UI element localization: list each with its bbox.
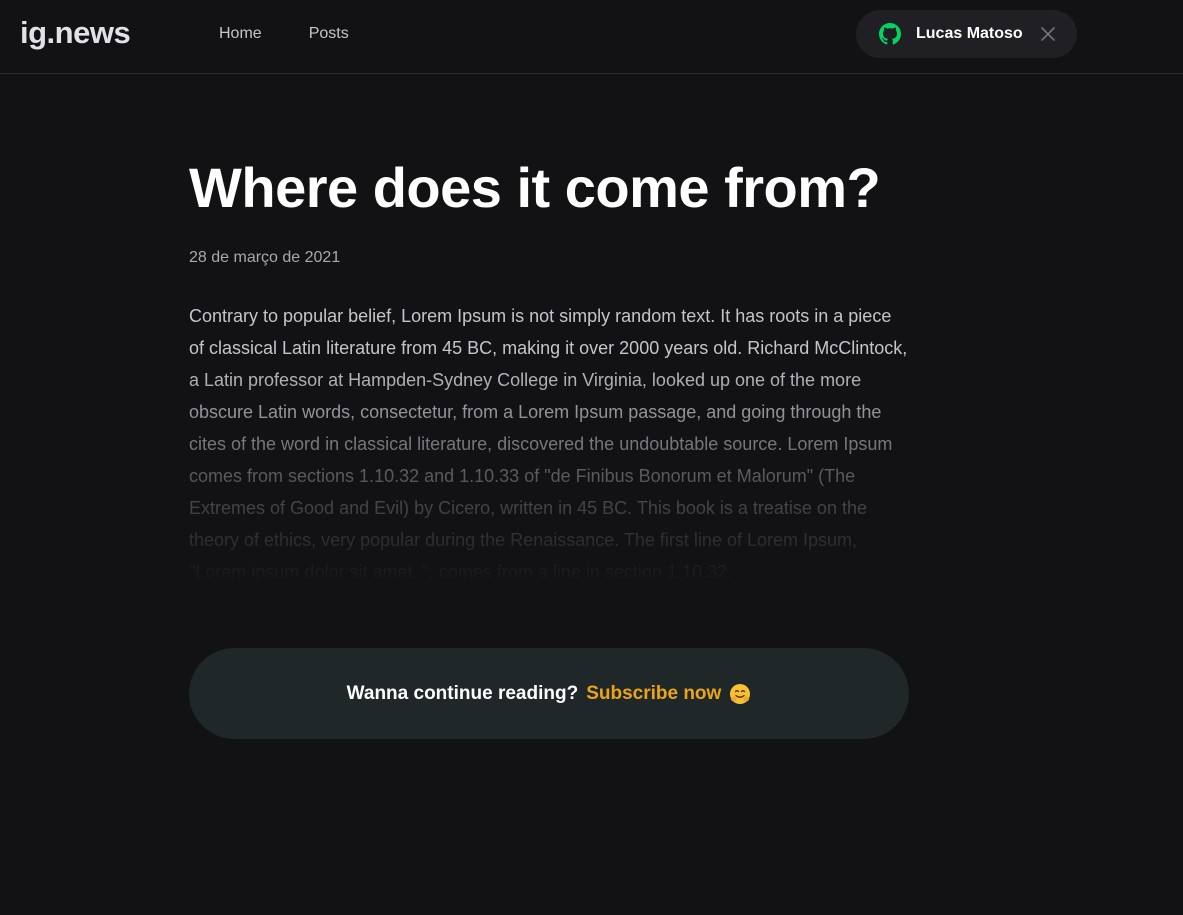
post-article: Where does it come from? 28 de março de …	[189, 150, 909, 586]
user-name: Lucas Matoso	[916, 25, 1023, 42]
post-title: Where does it come from?	[189, 156, 881, 219]
header: ig.news Home Posts Lucas Matoso	[0, 0, 1183, 74]
github-icon	[879, 23, 901, 45]
post-content: Contrary to popular belief, Lorem Ipsum …	[189, 306, 908, 582]
close-icon[interactable]	[1040, 27, 1055, 41]
post-date: 28 de março de 2021	[189, 249, 341, 266]
nav-posts-link[interactable]: Posts	[309, 23, 349, 45]
main-nav: Home Posts	[219, 23, 349, 45]
continue-reading-text: Wanna continue reading?	[346, 682, 579, 704]
logo[interactable]: ig.news	[20, 14, 131, 52]
sign-in-button[interactable]: Lucas Matoso	[856, 10, 1077, 58]
continue-reading-box: Wanna continue reading? Subscribe now	[189, 648, 909, 739]
nav-home-link[interactable]: Home	[219, 23, 262, 45]
hugging-face-icon	[729, 683, 751, 705]
subscribe-now-link[interactable]: Subscribe now	[586, 683, 721, 705]
